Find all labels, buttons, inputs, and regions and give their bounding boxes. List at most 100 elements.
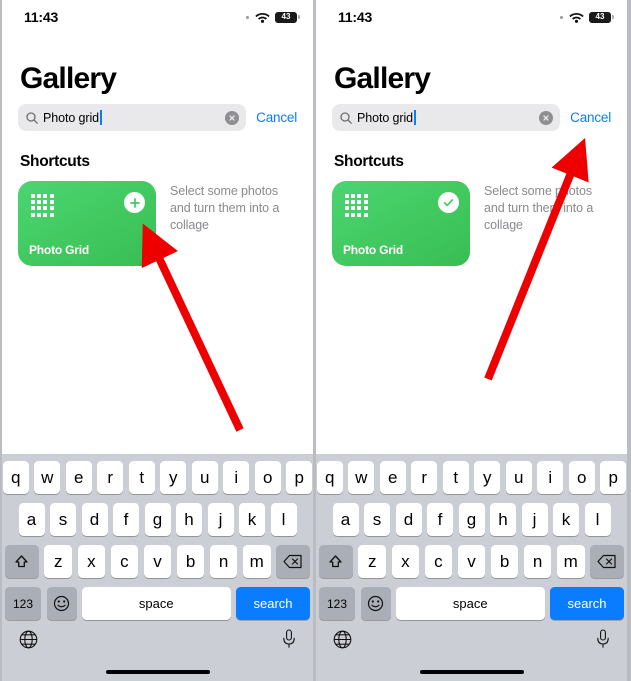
key-m[interactable]: m xyxy=(242,545,271,578)
key-i[interactable]: i xyxy=(537,461,564,494)
page-title: Gallery xyxy=(20,62,117,95)
key-f[interactable]: f xyxy=(427,503,453,536)
key-p[interactable]: p xyxy=(286,461,313,494)
key-o[interactable]: o xyxy=(254,461,281,494)
key-j[interactable]: j xyxy=(207,503,234,536)
shortcut-card-photo-grid[interactable]: Photo Grid xyxy=(332,181,470,266)
plus-icon[interactable] xyxy=(124,192,145,213)
globe-icon[interactable] xyxy=(333,630,352,654)
key-a[interactable]: a xyxy=(18,503,45,536)
key-d[interactable]: d xyxy=(395,503,422,536)
key-e[interactable]: e xyxy=(65,461,92,494)
shortcut-description: Select some photos and turn them into a … xyxy=(170,184,280,232)
numbers-key[interactable]: 123 xyxy=(5,587,41,620)
key-x[interactable]: x xyxy=(77,545,106,578)
key-m[interactable]: m xyxy=(556,545,585,578)
shortcut-row: Photo Grid Select some photos and turn t… xyxy=(18,181,297,266)
key-g[interactable]: g xyxy=(144,503,171,536)
search-input[interactable]: Photo grid xyxy=(332,104,561,131)
key-h[interactable]: h xyxy=(176,503,202,536)
key-c[interactable]: c xyxy=(110,545,139,578)
clear-circle-icon[interactable] xyxy=(225,110,240,125)
key-k[interactable]: k xyxy=(553,503,579,536)
key-s[interactable]: s xyxy=(364,503,390,536)
key-z[interactable]: z xyxy=(44,545,73,578)
microphone-icon[interactable] xyxy=(596,629,610,654)
emoji-smiley-icon[interactable] xyxy=(46,587,77,620)
shortcut-row: Photo Grid Select some photos and turn t… xyxy=(332,181,611,266)
search-value: Photo grid xyxy=(357,110,413,125)
key-j[interactable]: j xyxy=(521,503,548,536)
key-y[interactable]: y xyxy=(160,461,187,494)
home-indicator xyxy=(419,669,524,674)
key-i[interactable]: i xyxy=(223,461,250,494)
cancel-button[interactable]: Cancel xyxy=(256,110,297,125)
wifi-icon xyxy=(569,12,584,23)
key-u[interactable]: u xyxy=(505,461,532,494)
space-key[interactable]: space xyxy=(82,587,231,620)
phone-screen-right: 11:43 43 Gallery Photo grid Cancel Short… xyxy=(316,0,627,681)
keyboard-row-1: q w e r t y u i o p xyxy=(316,461,627,494)
key-b[interactable]: b xyxy=(176,545,205,578)
search-input[interactable]: Photo grid xyxy=(18,104,247,131)
wifi-icon xyxy=(255,12,270,23)
emoji-smiley-icon[interactable] xyxy=(360,587,391,620)
shift-arrow-icon[interactable] xyxy=(318,545,353,578)
key-e[interactable]: e xyxy=(379,461,406,494)
key-p[interactable]: p xyxy=(600,461,627,494)
battery-level: 43 xyxy=(595,12,605,21)
key-y[interactable]: y xyxy=(474,461,501,494)
key-a[interactable]: a xyxy=(332,503,359,536)
shortcut-card-label: Photo Grid xyxy=(29,243,89,257)
key-l[interactable]: l xyxy=(270,503,297,536)
key-s[interactable]: s xyxy=(50,503,76,536)
key-w[interactable]: w xyxy=(348,461,375,494)
status-indicators: 43 xyxy=(560,11,614,23)
key-n[interactable]: n xyxy=(523,545,552,578)
search-icon xyxy=(340,111,352,124)
clear-circle-icon[interactable] xyxy=(539,110,554,125)
key-v[interactable]: v xyxy=(143,545,172,578)
key-w[interactable]: w xyxy=(34,461,61,494)
keyboard-bottom-bar xyxy=(316,620,627,654)
backspace-icon[interactable] xyxy=(590,545,625,578)
search-row: Photo grid Cancel xyxy=(18,104,297,131)
key-k[interactable]: k xyxy=(239,503,265,536)
key-r[interactable]: r xyxy=(411,461,438,494)
keyboard-row-3: z x c v b n m xyxy=(316,545,627,578)
globe-icon[interactable] xyxy=(19,630,38,654)
key-t[interactable]: t xyxy=(442,461,469,494)
key-h[interactable]: h xyxy=(490,503,516,536)
key-l[interactable]: l xyxy=(584,503,611,536)
key-v[interactable]: v xyxy=(457,545,486,578)
numbers-key[interactable]: 123 xyxy=(319,587,355,620)
key-t[interactable]: t xyxy=(128,461,155,494)
key-x[interactable]: x xyxy=(391,545,420,578)
page-title: Gallery xyxy=(334,62,431,95)
key-n[interactable]: n xyxy=(209,545,238,578)
key-r[interactable]: r xyxy=(97,461,124,494)
key-u[interactable]: u xyxy=(191,461,218,494)
key-d[interactable]: d xyxy=(81,503,108,536)
shift-arrow-icon[interactable] xyxy=(4,545,39,578)
key-g[interactable]: g xyxy=(458,503,485,536)
backspace-icon[interactable] xyxy=(276,545,311,578)
key-c[interactable]: c xyxy=(424,545,453,578)
key-q[interactable]: q xyxy=(316,461,343,494)
key-z[interactable]: z xyxy=(358,545,387,578)
key-o[interactable]: o xyxy=(568,461,595,494)
search-key[interactable]: search xyxy=(236,587,310,620)
shortcut-card-photo-grid[interactable]: Photo Grid xyxy=(18,181,156,266)
checkmark-icon[interactable] xyxy=(438,192,459,213)
section-title-shortcuts: Shortcuts xyxy=(334,153,404,170)
cancel-button[interactable]: Cancel xyxy=(570,110,611,125)
space-key[interactable]: space xyxy=(396,587,545,620)
key-f[interactable]: f xyxy=(113,503,139,536)
key-b[interactable]: b xyxy=(490,545,519,578)
microphone-icon[interactable] xyxy=(282,629,296,654)
key-q[interactable]: q xyxy=(2,461,29,494)
keyboard-row-2: a s d f g h j k l xyxy=(2,503,313,536)
search-key[interactable]: search xyxy=(550,587,624,620)
search-value: Photo grid xyxy=(43,110,99,125)
onscreen-keyboard: q w e r t y u i o p a s d f g h j k l z … xyxy=(2,454,313,681)
